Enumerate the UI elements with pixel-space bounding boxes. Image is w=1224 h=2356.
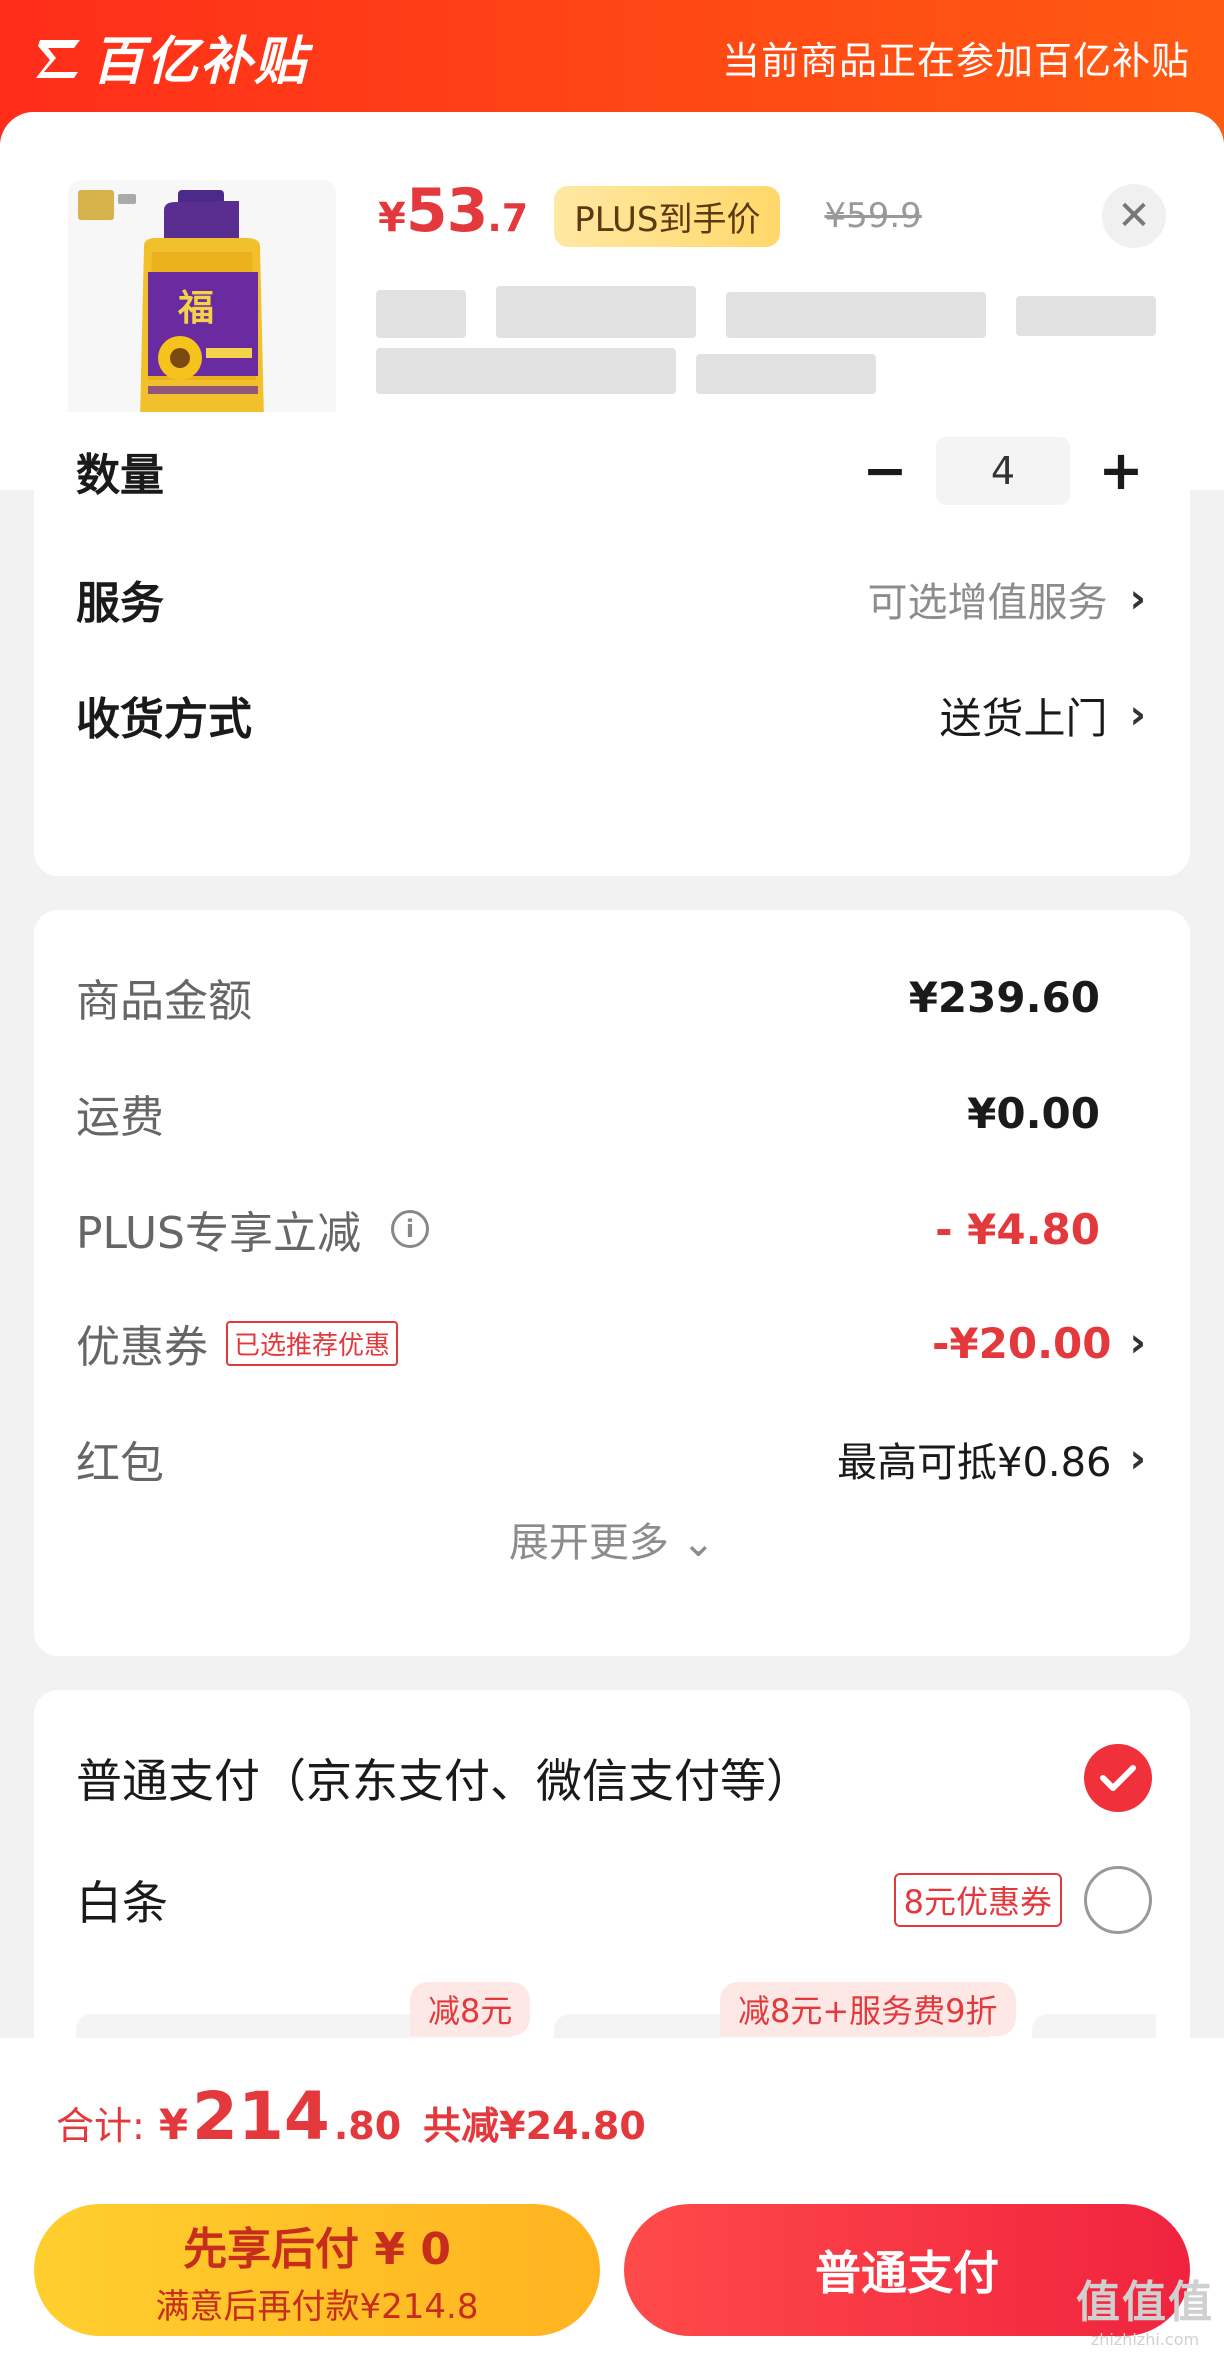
expand-more-label: 展开更多 xyxy=(508,1520,669,1566)
total-label: 合计: xyxy=(56,2104,145,2148)
delivery-label: 收货方式 xyxy=(76,694,252,745)
goods-amount-value: ¥239.60 xyxy=(908,972,1100,1022)
normal-payment-label: 普通支付（京东支付、微信支付等） xyxy=(76,1754,812,1808)
total-row: 合计: ¥ 214 .80 共减¥24.80 xyxy=(56,2078,646,2168)
svg-text:福: 福 xyxy=(177,287,214,329)
price-integer: 53 xyxy=(405,176,488,246)
price-symbol: ¥ xyxy=(378,195,406,241)
expand-more-button[interactable]: 展开更多 ⌄ xyxy=(34,1510,1190,1568)
total-saved: 共减¥24.80 xyxy=(423,2104,646,2148)
delivery-row[interactable]: 收货方式 送货上门 › xyxy=(76,680,1146,750)
chevron-right-icon: › xyxy=(1129,1436,1146,1482)
pay-later-label: 先享后付 ¥ 0 xyxy=(183,2223,451,2275)
hongbao-label: 红包 xyxy=(76,1438,164,1489)
site-watermark: 值值值 zhizhizhi.com xyxy=(1076,2266,1214,2349)
blur-block xyxy=(376,290,466,338)
quantity-input[interactable]: 4 xyxy=(936,437,1070,505)
subsidy-note: 当前商品正在参加百亿补贴 xyxy=(721,39,1190,83)
options-card: 数量 − 4 + 服务 可选增值服务 › 收货方式 送货上门 › xyxy=(34,412,1190,876)
blur-block xyxy=(726,292,986,338)
watermark-text: 值值值 xyxy=(1076,2277,1214,2328)
checkout-sheet: 福 ¥ 53 .7 PLUS到手价 ¥59.9 ✕ 数量 − 4 + 服务 可选… xyxy=(0,112,1224,2356)
service-label: 服务 xyxy=(76,578,164,629)
original-price: ¥59.9 xyxy=(824,196,922,236)
delivery-value: 送货上门 xyxy=(939,693,1108,743)
chevron-right-icon: › xyxy=(1129,692,1146,738)
chevron-right-icon: › xyxy=(1129,1320,1146,1366)
coupon-row[interactable]: 优惠券 已选推荐优惠 -¥20.00 › xyxy=(76,1308,1146,1378)
product-title-redacted xyxy=(376,278,1166,408)
amounts-card: 商品金额 ¥239.60 运费 ¥0.00 PLUS专享立减 i - ¥4.80… xyxy=(34,910,1190,1656)
checkout-bottom-bar: 合计: ¥ 214 .80 共减¥24.80 先享后付 ¥ 0 满意后再付款¥2… xyxy=(0,2038,1224,2356)
quantity-row: 数量 − 4 + xyxy=(76,436,1146,506)
price-decimal: .7 xyxy=(487,196,529,240)
total-symbol: ¥ xyxy=(158,2100,189,2149)
brand-logo: 百亿补贴 xyxy=(34,22,308,92)
goods-amount-row: 商品金额 ¥239.60 xyxy=(76,962,1146,1032)
installment-badge: 减8元+服务费9折 xyxy=(720,1982,1016,2036)
total-integer: 214 xyxy=(192,2078,330,2155)
quantity-label: 数量 xyxy=(76,450,164,501)
watermark-url: zhizhizhi.com xyxy=(1090,2330,1200,2349)
minus-button[interactable]: − xyxy=(860,444,910,498)
product-thumbnail: 福 xyxy=(68,180,336,448)
baitiao-label: 白条 xyxy=(76,1876,168,1930)
blur-block xyxy=(696,354,876,394)
radio-unchecked-icon[interactable] xyxy=(1084,1866,1152,1934)
service-row[interactable]: 服务 可选增值服务 › xyxy=(76,564,1146,634)
blur-block xyxy=(1016,296,1156,336)
plus-discount-label: PLUS专享立减 xyxy=(76,1208,361,1259)
baitiao-row[interactable]: 白条 8元优惠券 xyxy=(76,1860,1152,1940)
close-icon[interactable]: ✕ xyxy=(1102,184,1166,248)
coupon-value: -¥20.00 xyxy=(932,1318,1112,1368)
pay-later-button[interactable]: 先享后付 ¥ 0 满意后再付款¥214.8 xyxy=(34,2204,600,2336)
installment-badge: 减8元 xyxy=(410,1982,531,2036)
chevron-down-icon: ⌄ xyxy=(681,1520,716,1566)
total-decimal: .80 xyxy=(333,2104,402,2148)
shipping-value: ¥0.00 xyxy=(967,1088,1100,1138)
plus-discount-value: - ¥4.80 xyxy=(935,1204,1100,1254)
hongbao-row[interactable]: 红包 最高可抵¥0.86 › xyxy=(76,1424,1146,1494)
radio-checked-icon[interactable] xyxy=(1084,1744,1152,1812)
blur-block xyxy=(376,348,676,394)
baitiao-coupon-tag: 8元优惠券 xyxy=(893,1873,1062,1927)
chevron-right-icon: › xyxy=(1129,576,1146,622)
brand-text: 百亿补贴 xyxy=(92,31,309,92)
plus-button[interactable]: + xyxy=(1096,444,1146,498)
quantity-stepper: − 4 + xyxy=(860,437,1146,505)
pay-later-sub: 满意后再付款¥214.8 xyxy=(155,2286,479,2327)
shipping-label: 运费 xyxy=(76,1092,164,1143)
plus-discount-row: PLUS专享立减 i - ¥4.80 xyxy=(76,1194,1146,1264)
info-icon[interactable]: i xyxy=(391,1210,429,1248)
shipping-row: 运费 ¥0.00 xyxy=(76,1078,1146,1148)
price-row: ¥ 53 .7 PLUS到手价 ¥59.9 xyxy=(378,176,922,256)
brand-mark-icon xyxy=(34,32,86,80)
plus-price-tag: PLUS到手价 xyxy=(554,185,781,247)
normal-pay-label: 普通支付 xyxy=(815,2246,999,2300)
goods-amount-label: 商品金额 xyxy=(76,976,252,1027)
service-value: 可选增值服务 xyxy=(867,580,1108,626)
recommended-coupon-tag: 已选推荐优惠 xyxy=(226,1320,399,1366)
blur-block xyxy=(496,286,696,338)
coupon-label: 优惠券 xyxy=(76,1322,208,1373)
normal-payment-row[interactable]: 普通支付（京东支付、微信支付等） xyxy=(76,1738,1152,1818)
hongbao-value: 最高可抵¥0.86 xyxy=(837,1440,1112,1486)
